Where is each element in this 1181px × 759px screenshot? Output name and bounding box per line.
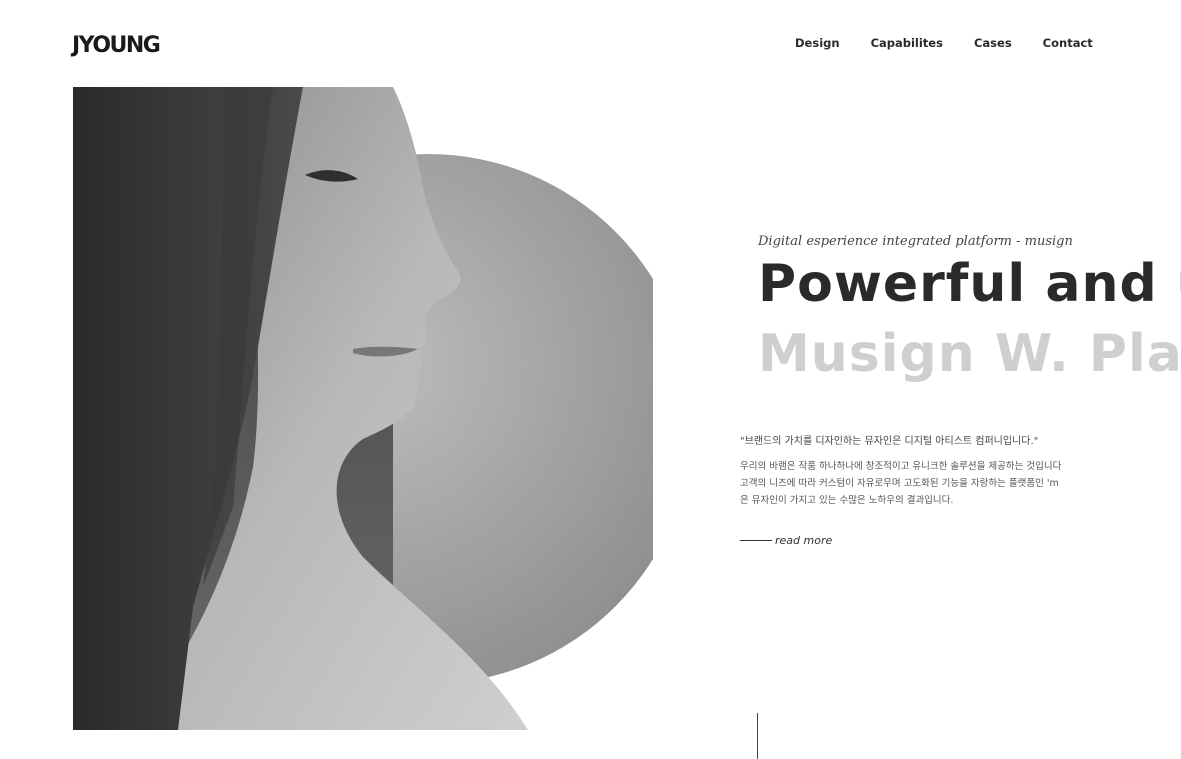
nav-design[interactable]: Design (795, 36, 840, 50)
quote: "브랜드의 가치를 디자인하는 뮤자인은 디지털 아티스트 컴퍼니입니다." (740, 436, 1039, 447)
body-text: 우리의 바램은 작품 하나하나에 창조적이고 유니크한 솔루션을 제공하는 것입… (740, 458, 1061, 509)
main-nav: Design Capabilites Cases Contact (795, 36, 1093, 50)
subheadline: Musign W. Pla (758, 324, 1181, 384)
read-more-link[interactable]: read more (740, 534, 832, 547)
hero-image (73, 87, 653, 730)
read-more-line (740, 540, 772, 541)
nav-cases[interactable]: Cases (974, 36, 1012, 50)
body-line: 우리의 바램은 작품 하나하나에 창조적이고 유니크한 솔루션을 제공하는 것입… (740, 461, 1062, 472)
headline: Powerful and u (758, 254, 1181, 314)
body-line: 고객의 니즈에 따라 커스텀이 자유로우며 고도화된 기능을 자랑하는 플랫폼인… (740, 478, 1059, 489)
hero-text: Digital esperience integrated platform -… (740, 220, 1181, 580)
tagline: Digital esperience integrated platform -… (758, 234, 1073, 249)
logo[interactable]: JYOUNG (72, 33, 161, 58)
nav-contact[interactable]: Contact (1043, 36, 1093, 50)
read-more-label: read more (775, 534, 833, 547)
body-line: 은 뮤자인이 가지고 있는 수많은 노하우의 결과입니다. (740, 495, 954, 506)
nav-capabilities[interactable]: Capabilites (871, 36, 943, 50)
scroll-indicator (757, 713, 758, 759)
